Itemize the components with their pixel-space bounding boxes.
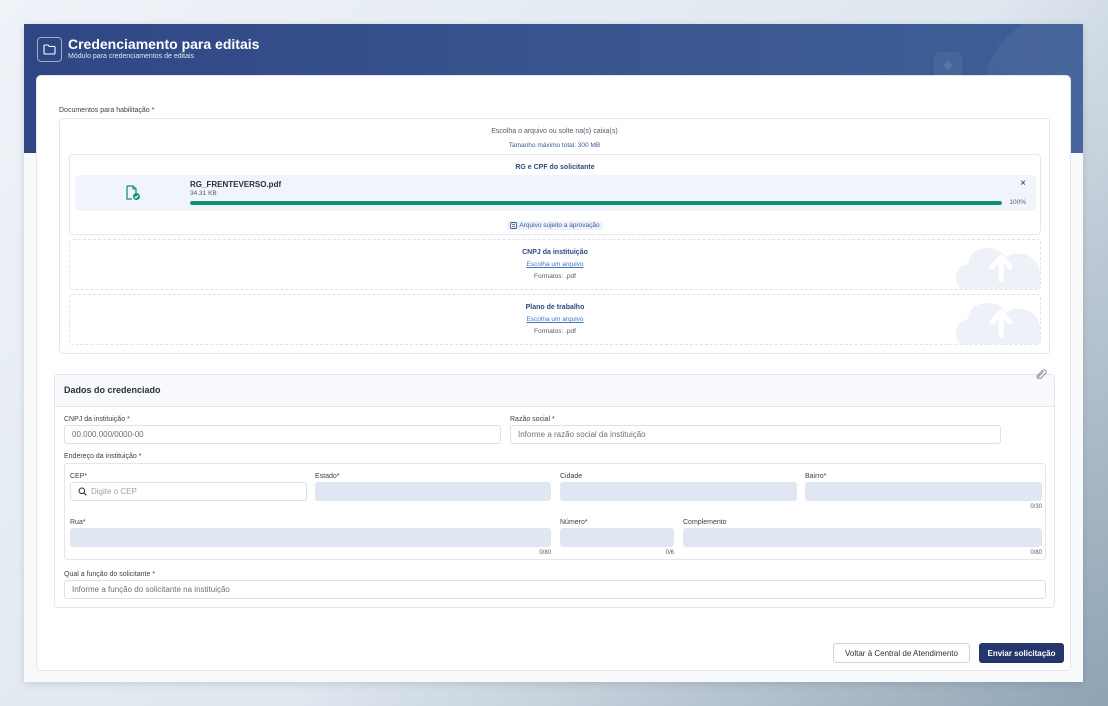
file-check-icon xyxy=(125,185,141,206)
file-size: 34.31 KB xyxy=(190,190,217,197)
endereco-label: Endereço da instituição * xyxy=(64,453,142,460)
upload-progress-label: 100% xyxy=(1009,199,1026,206)
submit-request-button[interactable]: Enviar solicitação xyxy=(979,643,1064,663)
document-icon xyxy=(510,222,518,229)
page-subtitle: Módulo para credenciamentos de editais xyxy=(68,53,195,60)
rua-counter: 0/80 xyxy=(539,550,551,556)
max-size-note: Tamanho máximo total: 300 MB xyxy=(508,142,601,149)
cnpj-input[interactable]: 00.000.000/0000-00 xyxy=(64,425,501,444)
cidade-label: Cidade xyxy=(560,473,583,480)
razao-social-label: Razão social * xyxy=(510,416,555,423)
back-to-support-button[interactable]: Voltar à Central de Atendimento xyxy=(833,643,970,663)
paperclip-icon xyxy=(1035,367,1047,385)
numero-counter: 0/6 xyxy=(665,550,674,556)
complemento-input xyxy=(683,528,1042,547)
page-title: Credenciamento para editais xyxy=(68,36,260,52)
search-icon xyxy=(78,487,87,496)
app-window: ✦ Credenciamento para editais Módulo par… xyxy=(24,24,1083,682)
uploaded-file-row: RG_FRENTEVERSO.pdf 34.31 KB × 100% xyxy=(75,175,1036,211)
cep-input[interactable]: Digite o CEP xyxy=(70,482,307,501)
complemento-counter: 0/80 xyxy=(1030,550,1042,556)
funcao-input[interactable]: Informe a função do solicitante na insti… xyxy=(64,580,1046,599)
approval-text: Arquivo sujeito a aprovação xyxy=(519,222,600,229)
rua-label: Rua* xyxy=(70,519,86,526)
slot-cnpj[interactable]: CNPJ da instituição Escolha um arquivo F… xyxy=(69,239,1041,290)
cnpj-label: CNPJ da instituição * xyxy=(64,416,130,423)
numero-label: Número* xyxy=(560,519,588,526)
slot-plano-trabalho[interactable]: Plano de trabalho Escolha um arquivo For… xyxy=(69,294,1041,345)
bairro-counter: 0/30 xyxy=(1030,504,1042,510)
funcao-label: Qual a função do solicitante * xyxy=(64,571,156,578)
cep-label: CEP* xyxy=(70,473,88,480)
section-header: Dados do credenciado xyxy=(55,369,1054,407)
choose-file-link[interactable]: Escolha um arquivo xyxy=(70,261,1040,268)
file-name: RG_FRENTEVERSO.pdf xyxy=(190,180,282,189)
upload-dropzone[interactable]: Escolha o arquivo ou solte na(s) caixa(s… xyxy=(59,118,1050,354)
estado-label: Estado* xyxy=(315,473,340,480)
choose-file-link[interactable]: Escolha um arquivo xyxy=(70,316,1040,323)
address-group: CEP* Digite o CEP Estado* Cidade Bairro*… xyxy=(64,463,1046,560)
cep-placeholder: Digite o CEP xyxy=(91,487,137,496)
form-card: Documentos para habilitação * Escolha o … xyxy=(36,75,1071,671)
cidade-input xyxy=(560,482,797,501)
approval-badge: Arquivo sujeito a aprovação xyxy=(507,221,603,230)
rua-input xyxy=(70,528,551,547)
folder-icon xyxy=(37,37,62,62)
estado-input xyxy=(315,482,551,501)
credenciado-section: Dados do credenciado CNPJ da instituição… xyxy=(54,369,1055,608)
dropzone-instructions: Escolha o arquivo ou solte na(s) caixa(s… xyxy=(491,128,618,135)
complemento-label: Complemento xyxy=(683,519,727,526)
numero-input xyxy=(560,528,674,547)
slot-title: CNPJ da instituição xyxy=(522,249,588,256)
bairro-label: Bairro* xyxy=(805,473,827,480)
slot-title: Plano de trabalho xyxy=(525,304,585,311)
documents-label: Documentos para habilitação * xyxy=(59,107,155,114)
section-title: Dados do credenciado xyxy=(64,385,161,395)
upload-progress-fill xyxy=(190,201,1002,205)
remove-file-button[interactable]: × xyxy=(1020,178,1026,189)
upload-progress-bar xyxy=(190,201,1002,205)
slot-rg-cpf: RG e CPF do solicitante RG_FRENTEVERSO.p… xyxy=(69,154,1041,235)
razao-social-input[interactable]: Informe a razão social da instituição xyxy=(510,425,1001,444)
bairro-input xyxy=(805,482,1042,501)
formats-note: Formatos: .pdf xyxy=(534,328,576,335)
slot-title: RG e CPF do solicitante xyxy=(515,164,595,171)
formats-note: Formatos: .pdf xyxy=(534,273,576,280)
approval-note: Arquivo sujeito a aprovação xyxy=(70,216,1040,234)
